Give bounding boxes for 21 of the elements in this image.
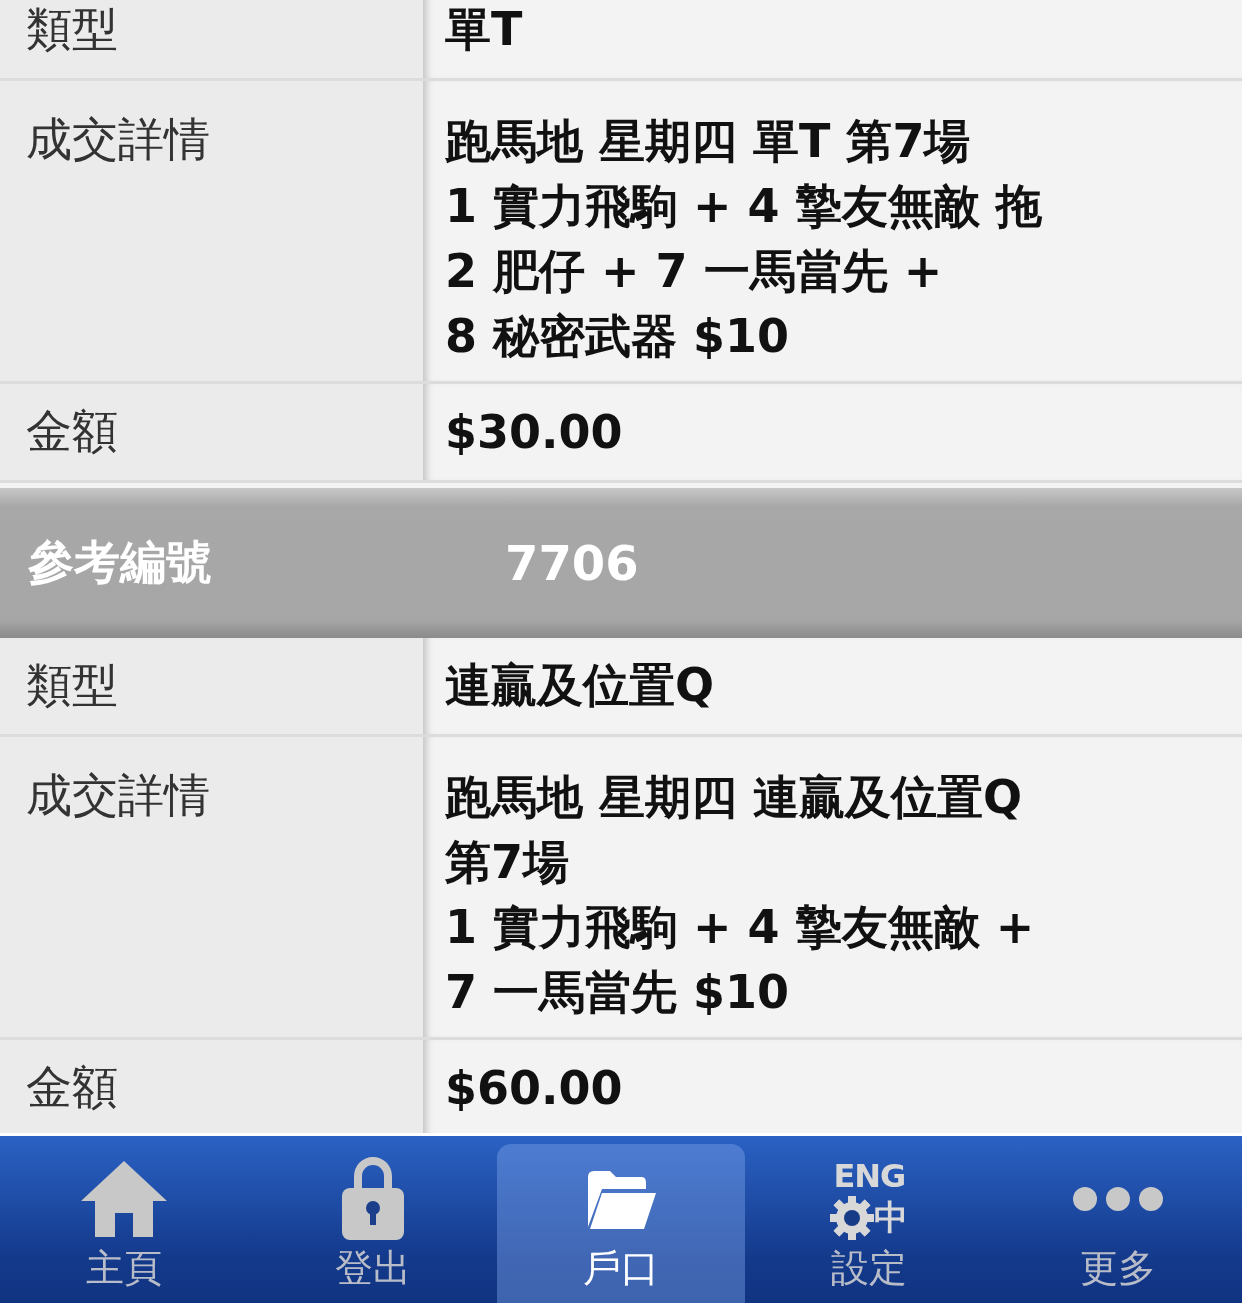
field-label: 金額 bbox=[26, 1059, 118, 1116]
reference-number: 7706 bbox=[505, 535, 639, 591]
field-value: 單T bbox=[445, 1, 523, 58]
header-label: 參考編號 bbox=[27, 534, 213, 591]
field-label: 金額 bbox=[26, 403, 118, 460]
field-value: $30.00 bbox=[445, 405, 623, 459]
tab[interactable]: 主頁 bbox=[0, 1144, 249, 1303]
field-value: $60.00 bbox=[445, 1061, 623, 1115]
field-label: 成交詳情 bbox=[26, 112, 210, 166]
lock-icon bbox=[339, 1156, 406, 1242]
field-label: 類型 bbox=[26, 1, 118, 58]
field-label: 類型 bbox=[26, 657, 118, 714]
field-label: 成交詳情 bbox=[26, 768, 210, 822]
tab[interactable]: ENG 中 設定 bbox=[745, 1144, 994, 1303]
field-value: 連贏及位置Q bbox=[445, 657, 715, 714]
more-icon bbox=[1070, 1185, 1165, 1213]
tab[interactable]: 登出 bbox=[248, 1144, 497, 1303]
tab[interactable]: 戶口 bbox=[496, 1144, 746, 1303]
field-value: 跑馬地 星期四 連贏及位置Q 第7場 1 實力飛駒 + 4 摯友無敵 + 7 一馬當先 $10 bbox=[445, 769, 1036, 1021]
tab[interactable]: 更多 bbox=[993, 1144, 1242, 1303]
field-value: 跑馬地 星期四 單T 第7場 1 實力飛駒 + 4 摯友無敵 拖 2 肥仔 + 7 一馬當先 + 8 秘密武器 $10 bbox=[445, 113, 1043, 365]
